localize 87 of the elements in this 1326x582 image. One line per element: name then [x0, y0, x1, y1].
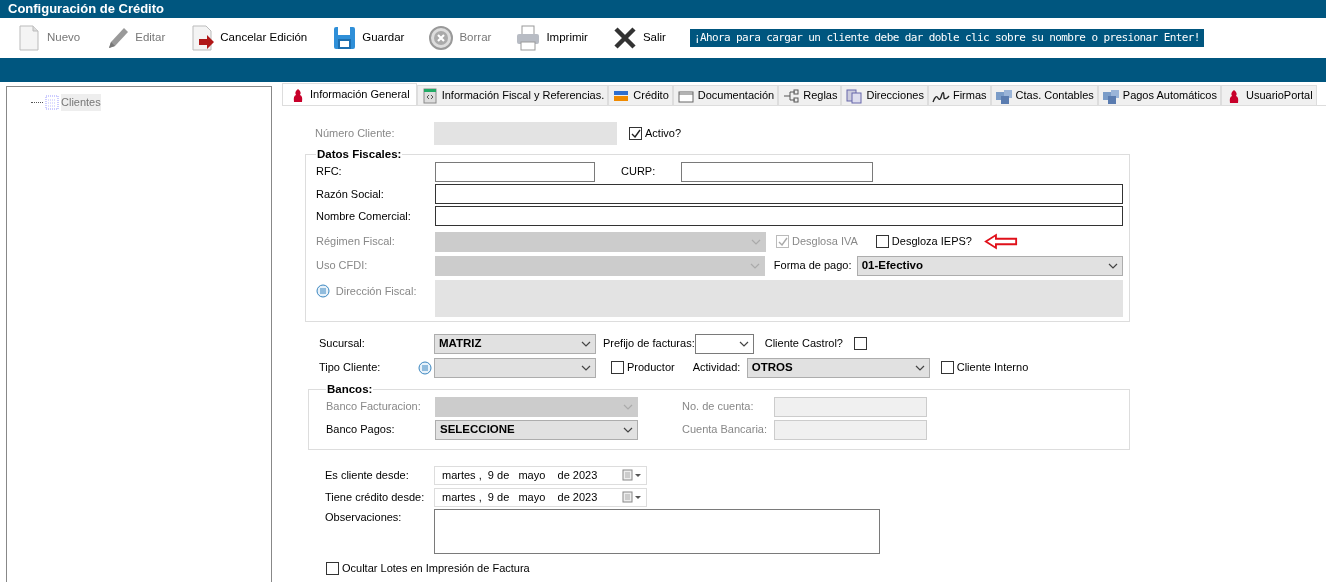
checkbox[interactable]	[875, 235, 889, 248]
checkbox[interactable]	[940, 361, 954, 374]
tab[interactable]: Crédito	[608, 85, 673, 105]
field-label: No. de cuenta:	[682, 399, 755, 415]
checkbox-label: Desglosa IVA	[792, 234, 858, 250]
tab[interactable]: Ctas. Contables	[990, 85, 1098, 105]
tab[interactable]: Información General	[282, 83, 417, 105]
checkbox-label: Ocultar Lotes en Impresión de Factura	[342, 561, 530, 577]
field-label: Sucursal:	[319, 336, 366, 352]
dropdown[interactable]: OTROS	[746, 357, 930, 378]
caret-icon	[581, 364, 591, 371]
caret-icon	[738, 340, 749, 347]
field-label: Dirección Fiscal:	[335, 284, 417, 299]
list-icon	[418, 360, 432, 375]
toolbar-button[interactable]: Cancelar Edición	[189, 24, 308, 52]
toolbar-button[interactable]: Guardar	[331, 24, 405, 52]
caret-icon	[751, 238, 761, 245]
text-area[interactable]	[434, 509, 880, 554]
tab[interactable]: Información Fiscal y Referencias.	[416, 85, 609, 105]
dropdown[interactable]: 01-Efectivo	[856, 255, 1123, 276]
group-title: Bancos:	[326, 383, 374, 395]
field-label: Observaciones:	[325, 510, 403, 525]
field-label: RFC:	[316, 164, 343, 180]
field-label: Actividad:	[692, 360, 742, 376]
dropdown[interactable]	[694, 333, 754, 354]
toolbar-button[interactable]: Salir	[611, 24, 666, 52]
calendar-icon	[622, 469, 642, 481]
window-title: Configuración de Crédito	[0, 0, 1326, 18]
caret-icon	[749, 262, 760, 269]
tab[interactable]: Reglas	[778, 85, 842, 105]
caret-icon	[914, 364, 925, 371]
field-label: Razón Social:	[316, 186, 385, 202]
delete-icon	[428, 24, 455, 52]
checkbox-label: Cliente Interno	[956, 360, 1029, 376]
date-picker[interactable]: martes , 9 de mayo de 2023	[434, 465, 647, 485]
document-icon	[16, 24, 42, 52]
printer-icon	[515, 24, 542, 52]
caret-icon	[581, 340, 591, 347]
document-arrow-icon	[189, 24, 216, 52]
toolbar-button[interactable]: Imprimir	[515, 24, 588, 52]
tab[interactable]: UsuarioPortal	[1220, 85, 1317, 105]
checkbox[interactable]	[326, 562, 339, 575]
field-label: Banco Pagos:	[326, 422, 396, 438]
checkbox-label: Desgloza IEPS?	[891, 234, 972, 250]
tab[interactable]: Direcciones	[841, 85, 928, 105]
text-field[interactable]	[434, 206, 1123, 226]
field-label: Prefijo de facturas:	[603, 336, 695, 352]
checkbox-label: Productor	[627, 360, 675, 376]
field-label: Uso CFDI:	[316, 258, 369, 274]
field-label: Cuenta Bancaria:	[682, 422, 768, 438]
tab[interactable]: Documentación	[672, 85, 779, 105]
date-picker[interactable]: martes , 9 de mayo de 2023	[434, 487, 647, 507]
dropdown[interactable]: SELECCIONE	[435, 419, 638, 440]
field-label: Número Cliente:	[315, 126, 396, 142]
field-label: Tipo Cliente:	[319, 360, 381, 376]
checkbox-label: Cliente Castrol?	[764, 336, 843, 352]
calendar-icon	[622, 491, 642, 503]
tab[interactable]: Firmas	[927, 85, 991, 105]
caret-icon	[623, 403, 633, 410]
field-label: Nombre Comercial:	[316, 208, 412, 224]
dropdown[interactable]: MATRIZ	[434, 333, 596, 354]
caret-icon	[1108, 262, 1118, 269]
pages-icon	[845, 87, 864, 104]
checkbox[interactable]	[611, 361, 624, 374]
text-field[interactable]	[681, 161, 873, 182]
cubes-icon	[1101, 87, 1120, 104]
checkbox-label: Activo?	[645, 126, 682, 142]
field-label: Es cliente desde:	[325, 467, 410, 483]
notice-text: ¡Ahora para cargar un cliente debe dar doble clic sobre su nombre o presionar Enter!	[689, 28, 1204, 48]
field-label: Forma de pago:	[773, 258, 853, 274]
field-label: Tiene crédito desde:	[325, 489, 426, 505]
tab[interactable]: Pagos Automáticos	[1097, 85, 1221, 105]
cubes-icon	[994, 87, 1013, 104]
list-icon	[45, 95, 59, 110]
field-label: Régimen Fiscal:	[316, 234, 396, 250]
list-icon	[316, 284, 330, 299]
arrow-annotation	[983, 233, 1018, 250]
field-label: Banco Facturacion:	[326, 399, 422, 415]
dropdown[interactable]	[434, 357, 596, 378]
group-title: Datos Fiscales:	[316, 148, 403, 160]
text-field[interactable]	[435, 161, 595, 182]
checkbox[interactable]	[854, 337, 867, 350]
field-label: CURP:	[621, 164, 657, 180]
caret-icon	[623, 426, 633, 433]
text-field[interactable]	[434, 184, 1123, 204]
diagram-icon	[782, 87, 801, 104]
checkbox[interactable]	[629, 127, 642, 140]
